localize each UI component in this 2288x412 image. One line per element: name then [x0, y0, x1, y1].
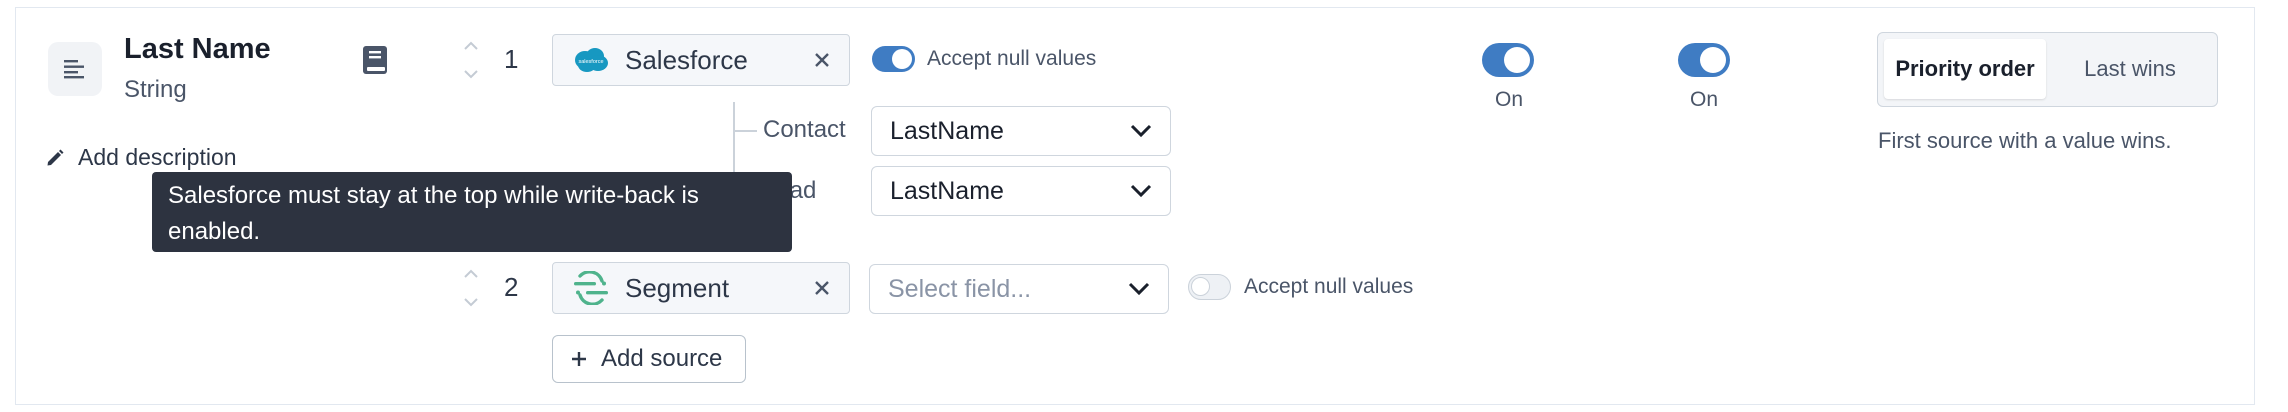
strategy-description: First source with a value wins.: [1878, 128, 2172, 153]
pencil-icon: [47, 149, 64, 165]
field-type: String: [124, 76, 187, 103]
close-icon[interactable]: [813, 51, 831, 69]
column-toggle-1[interactable]: [1482, 43, 1534, 77]
select-placeholder: Select field...: [888, 274, 1032, 303]
select-value: LastName: [890, 176, 1004, 205]
strategy-option-priority-order[interactable]: Priority order: [1884, 39, 2046, 99]
mapping-tree-branch: [735, 130, 757, 132]
close-icon[interactable]: [813, 279, 831, 297]
contact-field-select[interactable]: LastName: [871, 106, 1171, 156]
add-source-button[interactable]: Add source: [552, 335, 746, 383]
write-back-tooltip: Salesforce must stay at the top while wr…: [152, 172, 792, 252]
segment-field-select[interactable]: Select field...: [869, 264, 1169, 314]
add-description-label: Add description: [78, 144, 237, 170]
select-value: LastName: [890, 116, 1004, 145]
accept-null-toggle-segment[interactable]: [1188, 274, 1231, 300]
chevron-down-icon: [1130, 184, 1152, 198]
accept-null-label: Accept null values: [927, 47, 1097, 70]
source-chip-salesforce: salesforce Salesforce: [552, 34, 850, 86]
plus-icon: [572, 352, 586, 366]
chevron-down-icon: [1128, 282, 1150, 296]
mapping-object-contact: Contact: [763, 116, 846, 143]
accept-null-toggle-salesforce[interactable]: [872, 46, 915, 72]
salesforce-logo-text: salesforce: [578, 59, 603, 65]
strategy-option-last-wins[interactable]: Last wins: [2048, 39, 2212, 99]
reorder-handle-1[interactable]: [462, 38, 480, 82]
segment-logo-icon: [574, 271, 608, 305]
text-field-icon: [48, 42, 102, 96]
chevron-down-icon: [1130, 124, 1152, 138]
source-name: Segment: [625, 272, 730, 303]
field-name: Last Name: [124, 33, 271, 65]
source-order-number: 2: [504, 272, 519, 302]
reorder-handle-2[interactable]: [462, 266, 480, 310]
add-description-link[interactable]: Add description: [46, 144, 237, 171]
source-name: Salesforce: [625, 44, 748, 75]
source-order-number: 1: [504, 44, 519, 74]
add-source-label: Add source: [601, 345, 723, 372]
source-chip-segment: Segment: [552, 262, 850, 314]
lead-field-select[interactable]: LastName: [871, 166, 1171, 216]
column-toggle-2[interactable]: [1678, 43, 1730, 77]
toggle-state-label: On: [1495, 88, 1524, 111]
accept-null-label: Accept null values: [1244, 275, 1414, 298]
toggle-state-label: On: [1690, 88, 1719, 111]
merge-strategy-selector: Priority order Last wins: [1877, 32, 2218, 107]
book-icon[interactable]: [361, 45, 389, 75]
salesforce-logo-icon: salesforce: [575, 48, 608, 72]
